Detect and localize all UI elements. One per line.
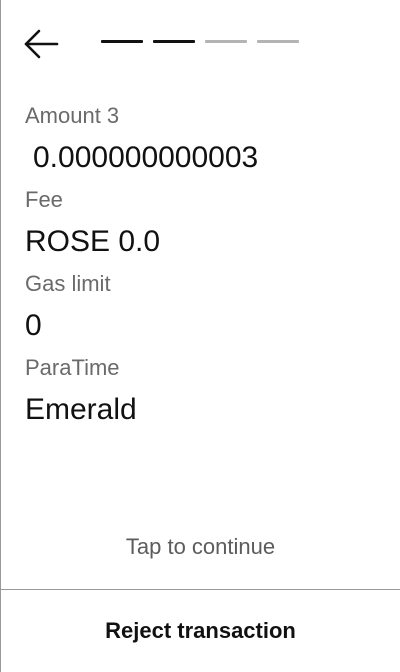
step-4-indicator — [257, 40, 299, 43]
fee-label: Fee — [25, 187, 63, 212]
gas-limit-label: Gas limit — [25, 271, 111, 296]
step-2-indicator — [153, 40, 195, 43]
step-indicator — [101, 40, 299, 43]
back-button[interactable] — [23, 28, 59, 60]
amount-value: 0.000000000003 — [33, 141, 259, 174]
tap-to-continue-button[interactable]: Tap to continue — [1, 530, 400, 564]
reject-transaction-button[interactable]: Reject transaction — [1, 590, 400, 672]
step-1-indicator — [101, 40, 143, 43]
arrow-left-icon — [24, 29, 59, 59]
gas-limit-value: 0 — [25, 309, 42, 342]
paratime-label: ParaTime — [25, 355, 120, 380]
step-3-indicator — [205, 40, 247, 43]
transaction-review-screen: Amount 3 0.000000000003 Fee ROSE 0.0 Gas… — [0, 0, 400, 672]
fee-value: ROSE 0.0 — [25, 225, 161, 258]
paratime-value: Emerald — [25, 393, 137, 426]
header — [1, 0, 400, 90]
amount-label: Amount 3 — [25, 103, 120, 128]
transaction-details: Amount 3 0.000000000003 Fee ROSE 0.0 Gas… — [25, 100, 376, 436]
